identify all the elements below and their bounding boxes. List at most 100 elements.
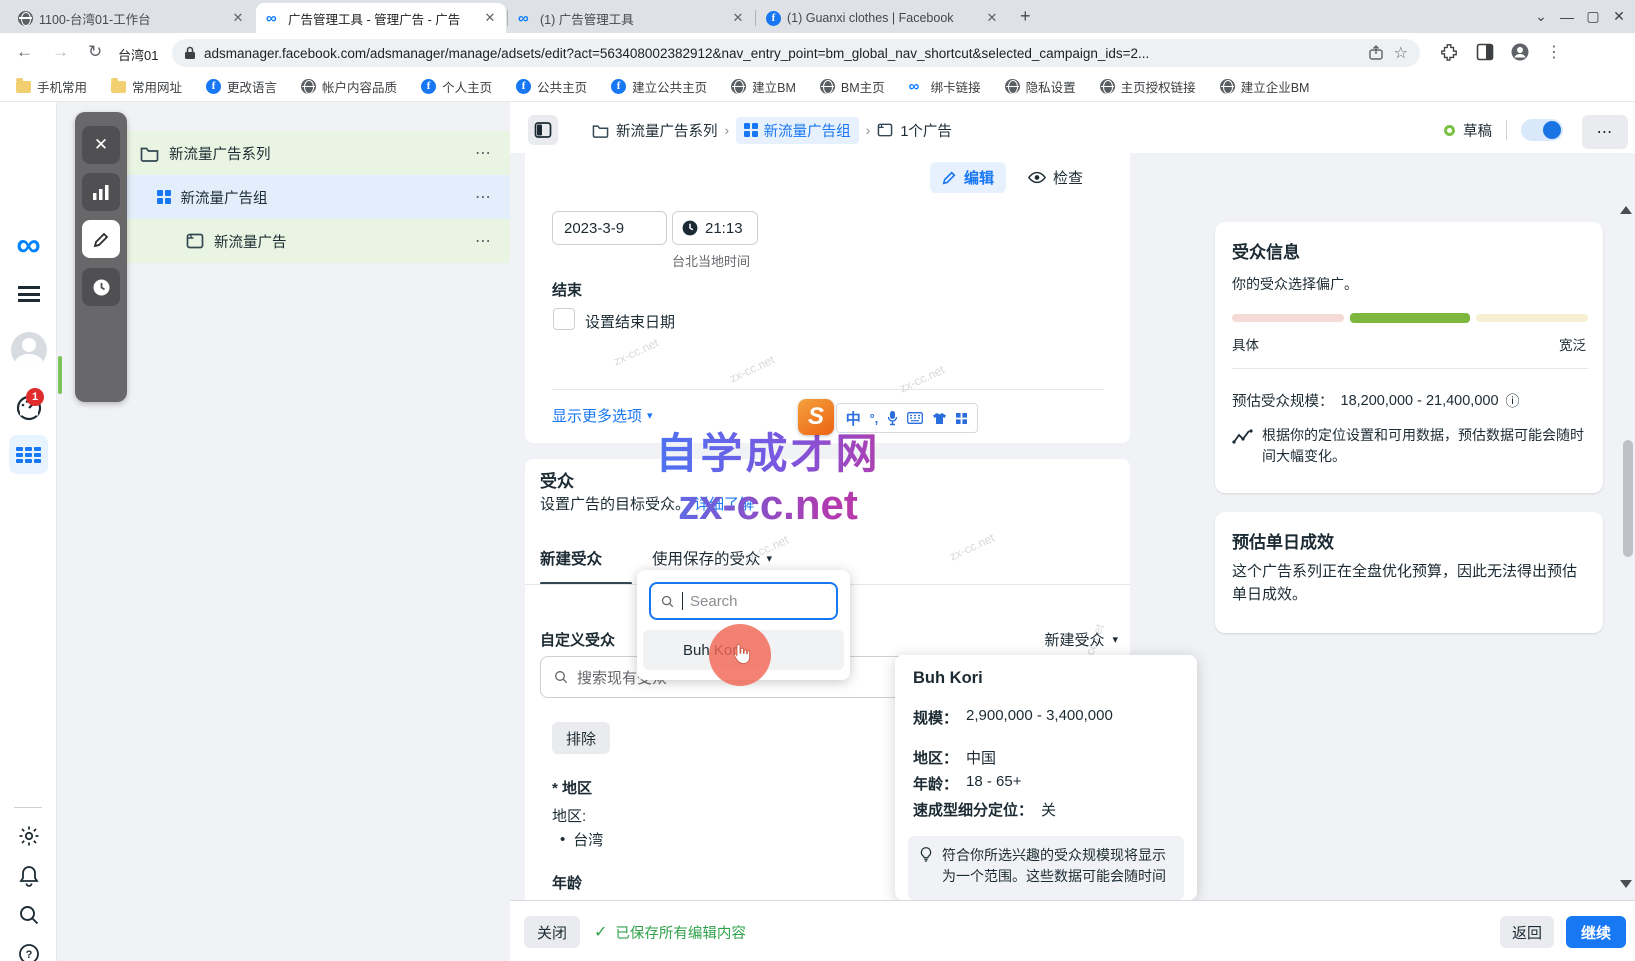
tree-row-ad[interactable]: 新流量广告 ⋯ [127,219,510,263]
scrollbar-up-arrow[interactable] [1620,206,1632,214]
bookmark-item[interactable]: f更改语言 [206,77,277,96]
meta-favicon-icon: ∞ [266,11,282,26]
ime-chinese-mode[interactable]: 中 [846,408,861,429]
row-menu-icon[interactable]: ⋯ [475,231,492,251]
bookmark-star-icon[interactable]: ☆ [1394,43,1408,63]
row-menu-icon[interactable]: ⋯ [475,187,492,207]
create-new-audience-dropdown[interactable]: 新建受众 ▾ [1044,629,1118,650]
tree-row-label: 新流量广告 [214,231,287,252]
dropdown-search-input[interactable]: Search [649,582,838,620]
popup-title: Buh Kori [913,669,983,688]
bookmark-item[interactable]: BM主页 [820,77,885,96]
minimize-icon[interactable]: — [1554,9,1580,25]
bookmark-item[interactable]: 建立企业BM [1220,77,1310,96]
gauge-label-specific: 具体 [1232,334,1259,354]
bookmark-item[interactable]: f公共主页 [516,77,587,96]
maximize-icon[interactable]: ▢ [1580,8,1606,25]
profile-label[interactable]: 台湾01 [118,45,158,64]
tree-row-adset-selected[interactable]: 新流量广告组 ⋯ [127,175,510,219]
tab-close-icon[interactable]: ✕ [230,10,246,26]
scrollbar-down-arrow[interactable] [1620,880,1632,888]
browser-tab[interactable]: 1100-台湾01-工作台 ✕ [8,3,254,33]
back-icon[interactable]: ← [16,42,33,62]
start-time-input[interactable]: 21:13 [672,211,758,245]
toolbar-edit-pencil-icon[interactable] [82,220,120,258]
continue-button[interactable]: 继续 [1566,916,1626,948]
back-button[interactable]: 返回 [1500,916,1554,948]
ime-mic-icon[interactable] [887,410,898,426]
search-icon[interactable] [0,903,57,927]
tab-close-icon[interactable]: ✕ [730,10,746,26]
new-tab-button[interactable]: + [1020,6,1031,27]
learn-more-link[interactable]: 详细了解 [694,493,754,514]
breadcrumb-ad-count[interactable]: 1个广告 [900,120,952,141]
notifications-bell-icon[interactable] [0,864,57,888]
info-icon[interactable]: ⓘ [1506,391,1520,411]
end-date-checkbox[interactable] [553,308,575,330]
bookmark-item[interactable]: 主页授权链接 [1100,77,1196,96]
tab-close-icon[interactable]: ✕ [482,10,498,26]
url-bar[interactable]: adsmanager.facebook.com/adsmanager/manag… [172,39,1420,67]
bookmark-item[interactable]: f建立公共主页 [611,77,707,96]
tab-saved-audience[interactable]: 使用保存的受众 ▾ [652,547,772,569]
exclude-button[interactable]: 排除 [552,722,610,754]
start-date-input[interactable]: 2023-3-9 [552,211,667,245]
meta-logo-icon[interactable]: ∞ [0,230,57,260]
browser-tab[interactable]: f (1) Guanxi clothes | Facebook ✕ [756,3,1008,33]
ime-punctuation-mode[interactable]: °, [869,411,878,426]
bookmark-item[interactable]: 帐户内容品质 [301,77,397,96]
share-icon[interactable] [1368,45,1384,61]
ime-skin-shirt-icon[interactable] [932,412,947,425]
tab-search-icon[interactable]: ⌄ [1528,8,1554,25]
edit-button[interactable]: 编辑 [930,162,1006,193]
review-button[interactable]: 检查 [1028,167,1083,188]
ime-keyboard-icon[interactable] [907,412,923,424]
adset-on-toggle[interactable] [1521,119,1563,141]
help-icon[interactable]: ? [0,942,57,961]
show-more-options-link[interactable]: 显示更多选项 ▾ [552,405,653,426]
folder-icon [16,81,31,93]
nav-campaigns-table-selected[interactable] [9,435,48,474]
bookmark-item[interactable]: 建立BM [731,77,796,96]
bookmark-item[interactable]: 常用网址 [111,77,182,96]
tree-row-campaign[interactable]: 新流量广告系列 ⋯ [127,131,510,175]
audience-insight-panel: 受众信息 你的受众选择偏广。 具体 宽泛 预估受众规模： 18,200,000 … [1215,222,1603,493]
toolbar-history-clock-icon[interactable] [82,268,120,306]
header-more-button[interactable]: ⋯ [1582,115,1628,149]
window-close-icon[interactable]: ✕ [1606,8,1632,25]
bookmark-item[interactable]: f个人主页 [421,77,492,96]
sogou-ime-logo[interactable]: S [798,399,834,435]
tab-title: 1100-台湾01-工作台 [39,9,224,28]
tab-separator [507,10,508,26]
bookmark-item[interactable]: 手机常用 [16,77,87,96]
tab-new-audience[interactable]: 新建受众 [540,547,602,569]
scrollbar-thumb[interactable] [1623,440,1633,557]
settings-gear-icon[interactable] [0,824,57,848]
toolbar-chart-icon[interactable] [82,173,120,211]
menu-hamburger-icon[interactable] [0,286,57,302]
breadcrumb-campaign[interactable]: 新流量广告系列 [616,120,718,141]
browser-menu-icon[interactable]: ⋮ [1546,42,1562,62]
bookmark-item[interactable]: ∞绑卡链接 [909,77,981,96]
insight-note: 根据你的定位设置和可用数据，预估数据可能会随时间大幅变化。 [1262,425,1588,467]
close-button[interactable]: 关闭 [524,916,580,948]
ime-toolbox-grid-icon[interactable] [955,412,968,425]
tab-separator [755,10,756,26]
toolbar-close-icon[interactable]: ✕ [82,126,120,164]
breadcrumb-adset-selected[interactable]: 新流量广告组 [736,117,859,144]
tab-close-icon[interactable]: ✕ [984,10,1000,26]
side-panel-icon[interactable] [1476,43,1494,61]
forward-icon[interactable]: → [52,42,69,62]
screen: 1100-台湾01-工作台 ✕ ∞ 广告管理工具 - 管理广告 - 广告 ✕ ∞… [0,0,1635,961]
browser-tab[interactable]: ∞ (1) 广告管理工具 ✕ [508,3,754,33]
account-avatar[interactable] [0,332,57,368]
reload-icon[interactable]: ↻ [88,42,102,62]
browser-tab-active[interactable]: ∞ 广告管理工具 - 管理广告 - 广告 ✕ [256,3,506,33]
row-menu-icon[interactable]: ⋯ [475,143,492,163]
panel-icon [534,121,552,139]
caret-down-icon: ▾ [647,409,653,422]
bookmark-item[interactable]: 隐私设置 [1005,77,1076,96]
browser-profile-icon[interactable] [1510,42,1530,62]
extensions-puzzle-icon[interactable] [1440,43,1458,61]
collapse-sidebar-button[interactable] [528,115,558,145]
